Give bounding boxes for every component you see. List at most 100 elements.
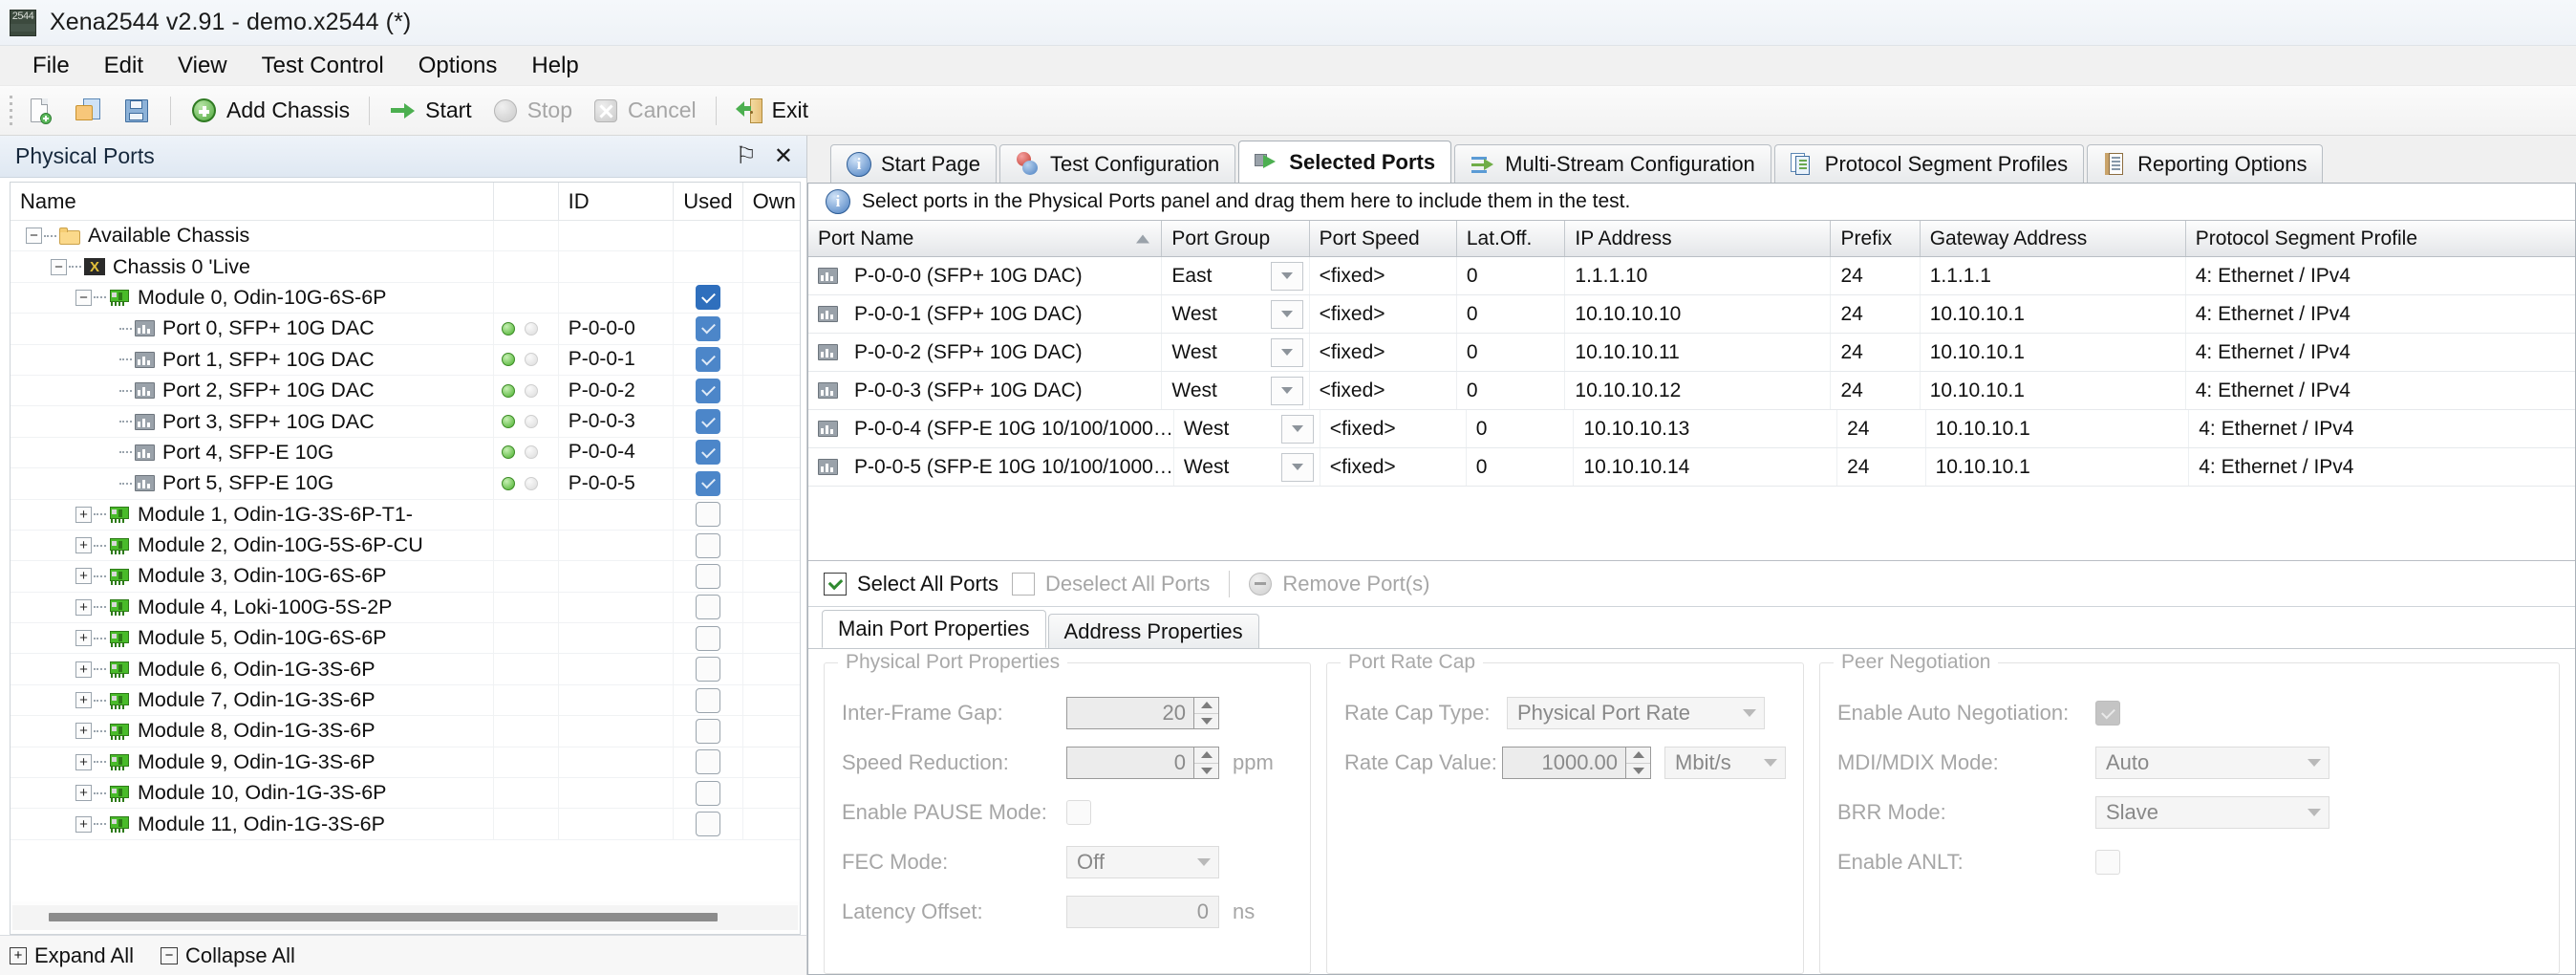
- tree-row[interactable]: + Module 10, Odin-1G-3S-6P: [11, 778, 800, 810]
- tree-row[interactable]: − Available Chassis: [11, 221, 800, 252]
- cell-port-group[interactable]: West: [1162, 295, 1310, 333]
- menu-options[interactable]: Options: [401, 49, 515, 83]
- cell-gateway[interactable]: 10.10.10.1: [1921, 372, 2186, 409]
- tree-row[interactable]: − Module 0, Odin-10G-6S-6P: [11, 282, 800, 314]
- speed-reduction-stepper[interactable]: 0: [1066, 747, 1219, 779]
- used-checkbox[interactable]: [696, 440, 721, 466]
- tree-expander[interactable]: −: [75, 289, 92, 306]
- used-checkbox[interactable]: [696, 532, 721, 558]
- speed-reduction-up-icon[interactable]: [1194, 748, 1218, 764]
- tree-row[interactable]: Port 0, SFP+ 10G DAC P-0-0-0: [11, 314, 800, 345]
- cell-port-group[interactable]: West: [1174, 410, 1320, 447]
- tree-col-owner[interactable]: Own: [743, 183, 800, 220]
- tree-row[interactable]: + Module 9, Odin-1G-3S-6P: [11, 747, 800, 779]
- table-row[interactable]: P-0-0-2 (SFP+ 10G DAC) West <fixed> 0 10.10.…: [808, 334, 2575, 372]
- tree-col-used[interactable]: Used: [674, 183, 743, 220]
- menu-help[interactable]: Help: [514, 49, 595, 83]
- used-checkbox[interactable]: [696, 470, 721, 496]
- header-prefix[interactable]: Prefix: [1831, 221, 1921, 256]
- exit-button[interactable]: Exit: [728, 91, 816, 131]
- tree-row[interactable]: Port 5, SFP-E 10G P-0-0-5: [11, 468, 800, 500]
- tree-expander[interactable]: +: [75, 785, 92, 802]
- cell-lat-off[interactable]: 0: [1457, 257, 1566, 294]
- enable-pause-mode-checkbox[interactable]: [1066, 800, 1091, 825]
- tree-col-name[interactable]: Name: [11, 183, 495, 220]
- tree-expander[interactable]: +: [75, 815, 92, 833]
- menu-file[interactable]: File: [15, 49, 87, 83]
- tab-multi-stream-configuration[interactable]: Multi-Stream Configuration: [1454, 144, 1771, 183]
- cell-protocol-segment-profile[interactable]: 4: Ethernet / IPv4: [2189, 410, 2575, 447]
- cell-port-group[interactable]: East: [1162, 257, 1310, 294]
- used-checkbox[interactable]: [696, 563, 721, 589]
- cell-lat-off[interactable]: 0: [1457, 372, 1566, 409]
- table-row[interactable]: P-0-0-0 (SFP+ 10G DAC) East <fixed> 0 1.1.1.…: [808, 257, 2575, 295]
- rate-cap-type-select[interactable]: Physical Port Rate: [1507, 697, 1765, 729]
- tree-expander[interactable]: +: [75, 753, 92, 770]
- port-group-dropdown[interactable]: [1270, 337, 1303, 367]
- tree-row[interactable]: + Module 6, Odin-1G-3S-6P: [11, 654, 800, 685]
- used-checkbox[interactable]: [696, 780, 721, 806]
- cell-gateway[interactable]: 10.10.10.1: [1921, 295, 2186, 333]
- expand-all-button[interactable]: + Expand All: [10, 943, 134, 968]
- tab-selected-ports[interactable]: Selected Ports: [1238, 141, 1452, 183]
- grid-empty-area[interactable]: [808, 487, 2575, 561]
- used-checkbox[interactable]: [696, 595, 721, 620]
- start-button[interactable]: Start: [381, 91, 480, 131]
- cell-ip-address[interactable]: 1.1.1.10: [1565, 257, 1832, 294]
- cell-port-group[interactable]: West: [1162, 334, 1310, 371]
- cell-ip-address[interactable]: 10.10.10.13: [1574, 410, 1838, 447]
- cell-ip-address[interactable]: 10.10.10.12: [1565, 372, 1832, 409]
- cell-prefix[interactable]: 24: [1831, 295, 1921, 333]
- tree-row[interactable]: Port 2, SFP+ 10G DAC P-0-0-2: [11, 375, 800, 407]
- used-checkbox[interactable]: [696, 347, 721, 373]
- used-checkbox[interactable]: [696, 657, 721, 682]
- used-checkbox[interactable]: [696, 315, 721, 341]
- cell-protocol-segment-profile[interactable]: 4: Ethernet / IPv4: [2186, 334, 2575, 371]
- header-ip-address[interactable]: IP Address: [1565, 221, 1832, 256]
- tree-horizontal-scrollbar[interactable]: [11, 901, 800, 934]
- inter-frame-gap-down-icon[interactable]: [1194, 714, 1218, 729]
- cell-protocol-segment-profile[interactable]: 4: Ethernet / IPv4: [2189, 448, 2575, 486]
- cell-prefix[interactable]: 24: [1831, 257, 1921, 294]
- port-group-dropdown[interactable]: [1280, 452, 1314, 482]
- header-gateway[interactable]: Gateway Address: [1921, 221, 2186, 256]
- remove-ports-button[interactable]: Remove Port(s): [1249, 572, 1429, 596]
- used-checkbox[interactable]: [696, 502, 721, 528]
- brr-mode-select[interactable]: Slave: [2095, 796, 2329, 829]
- enable-auto-negotiation-checkbox[interactable]: [2095, 701, 2120, 726]
- tree-expander[interactable]: +: [75, 630, 92, 647]
- rate-cap-down-icon[interactable]: [1626, 764, 1650, 779]
- cell-port-group[interactable]: West: [1162, 372, 1310, 409]
- used-checkbox[interactable]: [696, 409, 721, 435]
- enable-anlt-checkbox[interactable]: [2095, 850, 2120, 875]
- rate-cap-up-icon[interactable]: [1626, 748, 1651, 764]
- tree-row[interactable]: + Module 5, Odin-10G-6S-6P: [11, 623, 800, 655]
- cell-gateway[interactable]: 10.10.10.1: [1926, 448, 2190, 486]
- subtab-main-port-properties[interactable]: Main Port Properties: [822, 610, 1046, 648]
- cell-prefix[interactable]: 24: [1837, 448, 1926, 486]
- tab-protocol-segment-profiles[interactable]: Protocol Segment Profiles: [1773, 144, 2085, 183]
- subtab-address-properties[interactable]: Address Properties: [1047, 614, 1259, 648]
- header-port-speed[interactable]: Port Speed: [1310, 221, 1457, 256]
- tree-row[interactable]: + Module 1, Odin-1G-3S-6P-T1-: [11, 499, 800, 531]
- cell-protocol-segment-profile[interactable]: 4: Ethernet / IPv4: [2186, 257, 2575, 294]
- port-group-dropdown[interactable]: [1280, 414, 1314, 444]
- tab-test-configuration[interactable]: Test Configuration: [998, 144, 1236, 183]
- cell-port-group[interactable]: West: [1174, 448, 1320, 486]
- menu-test-control[interactable]: Test Control: [245, 49, 401, 83]
- used-checkbox[interactable]: [696, 718, 721, 744]
- port-group-dropdown[interactable]: [1270, 376, 1303, 405]
- tree-scroll-thumb[interactable]: [49, 913, 718, 921]
- table-row[interactable]: P-0-0-4 (SFP-E 10G 10/100/1000… West <fixe…: [808, 410, 2575, 448]
- rate-cap-unit-select[interactable]: Mbit/s: [1664, 747, 1786, 779]
- cell-prefix[interactable]: 24: [1837, 410, 1926, 447]
- cell-ip-address[interactable]: 10.10.10.14: [1574, 448, 1838, 486]
- cell-prefix[interactable]: 24: [1831, 372, 1921, 409]
- speed-reduction-down-icon[interactable]: [1194, 764, 1218, 779]
- header-port-name[interactable]: Port Name: [808, 221, 1163, 256]
- tree-row[interactable]: + Module 3, Odin-10G-6S-6P: [11, 561, 800, 593]
- tree-row[interactable]: − X Chassis 0 'Live: [11, 251, 800, 283]
- rate-cap-value-stepper[interactable]: 1000.00: [1502, 747, 1652, 779]
- cell-protocol-segment-profile[interactable]: 4: Ethernet / IPv4: [2186, 372, 2575, 409]
- port-group-dropdown[interactable]: [1270, 261, 1303, 291]
